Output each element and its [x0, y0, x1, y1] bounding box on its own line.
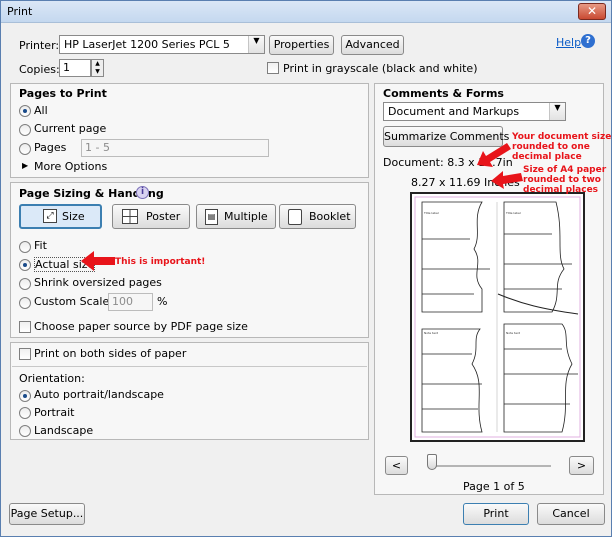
both-sides-label: Print on both sides of paper	[34, 347, 187, 360]
page-preview: Title label Title label Note text Note t…	[410, 192, 585, 442]
auto-orientation-radio[interactable]	[19, 390, 31, 402]
pages-radio[interactable]	[19, 143, 31, 155]
close-button[interactable]: ✕	[578, 3, 606, 20]
info-icon[interactable]: i	[136, 186, 149, 199]
expand-triangle-icon[interactable]: ▶	[22, 161, 28, 170]
shrink-label: Shrink oversized pages	[34, 276, 162, 289]
window-title: Print	[7, 5, 33, 18]
current-page-radio[interactable]	[19, 124, 31, 136]
annotation-paper-3: decimal places	[523, 185, 599, 195]
pages-label: Pages	[34, 141, 67, 154]
previous-page-button[interactable]: <	[385, 456, 408, 475]
svg-text:Note text: Note text	[424, 331, 439, 335]
divider	[12, 366, 367, 367]
annotation-doc-size-1: Your document size	[512, 132, 612, 142]
page-slider-track[interactable]	[431, 465, 551, 467]
landscape-label: Landscape	[34, 424, 94, 437]
help-link[interactable]: Help	[556, 36, 581, 49]
more-options-label[interactable]: More Options	[34, 160, 107, 173]
help-icon[interactable]: ?	[581, 34, 595, 48]
chevron-down-icon: ▼	[248, 36, 264, 53]
percent-label: %	[157, 295, 168, 308]
poster-icon	[122, 209, 138, 224]
booklet-icon	[288, 209, 302, 225]
printer-label: Printer:	[19, 39, 60, 52]
cancel-button[interactable]: Cancel	[537, 503, 605, 525]
annotation-arrow-important	[81, 251, 115, 271]
pages-range-field[interactable]: 1 - 5	[81, 139, 269, 157]
page-setup-button[interactable]: Page Setup...	[9, 503, 85, 525]
custom-scale-field[interactable]: 100	[108, 293, 153, 311]
orientation-label: Orientation:	[19, 372, 85, 385]
tab-booklet-label: Booklet	[309, 210, 351, 223]
printer-value: HP LaserJet 1200 Series PCL 5	[64, 38, 230, 51]
copies-field[interactable]: 1	[59, 59, 91, 77]
both-sides-checkbox[interactable]	[19, 348, 31, 360]
tab-booklet[interactable]: Booklet	[279, 204, 356, 229]
pages-to-print-panel: Pages to Print All Current page Pages 1 …	[10, 83, 369, 178]
grayscale-checkbox[interactable]	[267, 62, 279, 74]
annotation-paper-2: rounded to two	[523, 175, 601, 185]
chevron-down-icon: ▼	[549, 103, 565, 120]
pages-to-print-title: Pages to Print	[19, 87, 107, 100]
tab-poster[interactable]: Poster	[112, 204, 190, 229]
advanced-button[interactable]: Advanced	[341, 35, 404, 55]
next-page-button[interactable]: >	[569, 456, 594, 475]
paper-source-checkbox[interactable]	[19, 321, 31, 333]
comments-forms-title: Comments & Forms	[383, 87, 504, 100]
paper-source-label: Choose paper source by PDF page size	[34, 320, 248, 333]
page-slider-thumb[interactable]	[427, 454, 437, 470]
svg-text:Title label: Title label	[505, 211, 521, 215]
all-label: All	[34, 104, 48, 117]
preview-pattern-image: Title label Title label Note text Note t…	[412, 194, 583, 440]
page-indicator: Page 1 of 5	[463, 480, 525, 493]
annotation-doc-size-2: rounded to one	[512, 142, 590, 152]
grayscale-label: Print in grayscale (black and white)	[283, 62, 478, 75]
portrait-label: Portrait	[34, 406, 75, 419]
tab-size-label: Size	[62, 210, 85, 223]
print-dialog: Print ✕ Printer: HP LaserJet 1200 Series…	[0, 0, 612, 537]
multiple-icon: ▤	[205, 209, 218, 225]
orientation-panel: Print on both sides of paper Orientation…	[10, 342, 369, 440]
annotation-paper-1: Size of A4 paper	[523, 165, 607, 175]
fit-label: Fit	[34, 239, 47, 252]
printer-select[interactable]: HP LaserJet 1200 Series PCL 5 ▼	[59, 35, 265, 54]
current-page-label: Current page	[34, 122, 107, 135]
auto-orientation-label: Auto portrait/landscape	[34, 388, 164, 401]
tab-multiple-label: Multiple	[224, 210, 268, 223]
copies-label: Copies:	[19, 63, 60, 76]
svg-text:Note text: Note text	[506, 331, 521, 335]
comments-forms-select[interactable]: Document and Markups ▼	[383, 102, 566, 121]
annotation-arrow-doc-size	[477, 143, 511, 167]
svg-text:Title label: Title label	[423, 211, 439, 215]
comments-forms-value: Document and Markups	[388, 105, 520, 118]
actual-size-radio[interactable]	[19, 259, 31, 271]
copies-stepper[interactable]: ▲ ▼	[91, 59, 104, 77]
tab-size[interactable]: ⤢ Size	[19, 204, 102, 229]
title-bar: Print ✕	[1, 1, 611, 23]
landscape-radio[interactable]	[19, 425, 31, 437]
custom-scale-radio[interactable]	[19, 297, 31, 309]
properties-button[interactable]: Properties	[269, 35, 334, 55]
shrink-radio[interactable]	[19, 278, 31, 290]
fit-radio[interactable]	[19, 241, 31, 253]
all-radio[interactable]	[19, 105, 31, 117]
annotation-arrow-paper-size	[491, 171, 523, 189]
portrait-radio[interactable]	[19, 407, 31, 419]
size-icon: ⤢	[43, 209, 57, 223]
custom-scale-label: Custom Scale:	[34, 295, 113, 308]
annotation-doc-size-3: decimal place	[512, 152, 582, 162]
annotation-important: This is important!	[115, 257, 206, 267]
print-button[interactable]: Print	[463, 503, 529, 525]
tab-multiple[interactable]: ▤ Multiple	[196, 204, 276, 229]
tab-poster-label: Poster	[146, 210, 181, 223]
